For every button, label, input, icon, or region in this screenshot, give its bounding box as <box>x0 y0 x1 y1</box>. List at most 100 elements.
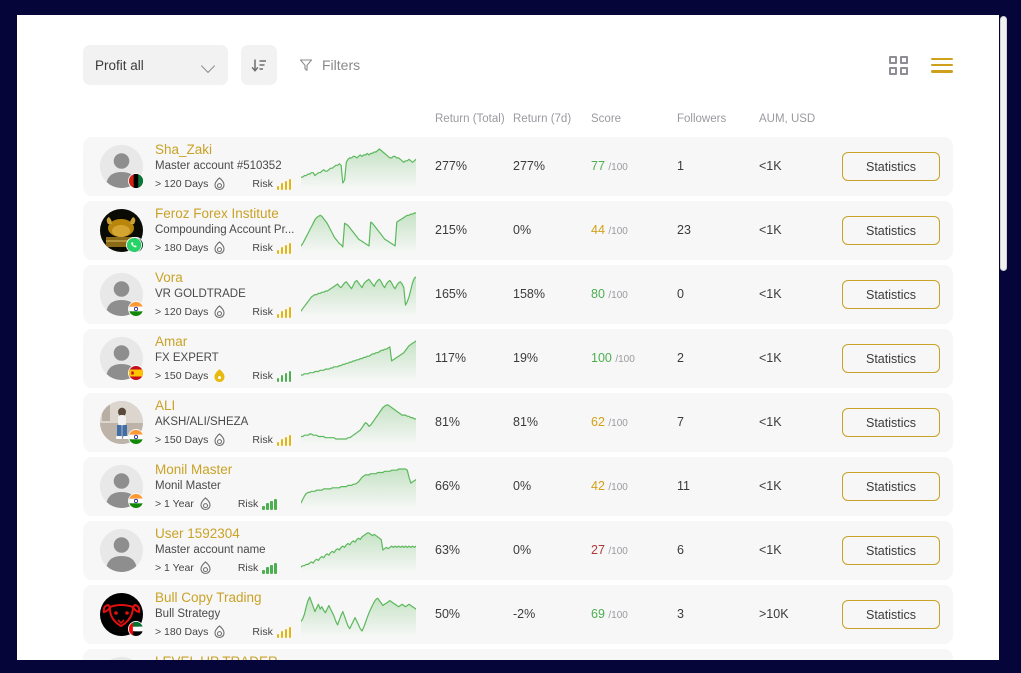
table-row[interactable]: Bull Copy Trading Bull Strategy > 180 Days… <box>83 585 953 644</box>
whatsapp-badge-icon <box>126 237 142 253</box>
list-view-icon[interactable] <box>931 57 953 73</box>
avatar[interactable] <box>100 209 144 253</box>
statistics-button[interactable]: Statistics <box>842 152 940 181</box>
filters-button[interactable]: Filters <box>299 57 360 73</box>
avatar[interactable] <box>100 657 143 660</box>
country-flag-icon <box>128 621 144 637</box>
cell-return-7d: 0% <box>513 223 532 237</box>
table-row[interactable]: Amar FX EXPERT > 150 Days Risk 117% 19% 100 /1… <box>83 329 953 388</box>
statistics-button[interactable]: Statistics <box>842 344 940 373</box>
score-denominator: /100 <box>608 162 628 173</box>
account-age-label: > 150 Days <box>155 370 209 382</box>
trader-name[interactable]: Feroz Forex Institute <box>155 206 279 221</box>
statistics-button[interactable]: Statistics <box>842 600 940 629</box>
cell-followers: 2 <box>677 351 684 365</box>
trader-meta: > 120 Days Risk <box>155 305 292 319</box>
column-followers: Followers <box>677 113 727 125</box>
table-row[interactable]: Sha_Zaki Master account #510352 > 120 Days… <box>83 137 953 196</box>
performance-sparkline <box>300 209 417 253</box>
cell-followers: 23 <box>677 223 691 237</box>
cell-followers: 6 <box>677 543 684 557</box>
risk-label: Risk <box>252 242 273 254</box>
avatar[interactable] <box>100 273 144 317</box>
profit-filter-select[interactable]: Profit all <box>83 45 228 85</box>
trader-subtitle: Compounding Account Pr... <box>155 224 295 236</box>
trader-meta: > 120 Days Risk <box>155 177 292 191</box>
trader-name[interactable]: Monil Master <box>155 462 232 477</box>
trader-name[interactable]: Vora <box>155 270 183 285</box>
cell-aum: <1K <box>759 351 782 365</box>
score-value: 69 <box>591 607 605 621</box>
trader-name[interactable]: Bull Copy Trading <box>155 590 262 605</box>
trader-subtitle: FX EXPERT <box>155 352 219 364</box>
trader-subtitle: Bull Strategy <box>155 608 221 620</box>
column-return-total: Return (Total) <box>435 113 505 125</box>
performance-sparkline <box>300 593 417 637</box>
cell-return-7d: 158% <box>513 287 545 301</box>
performance-sparkline <box>300 337 417 381</box>
risk-label: Risk <box>252 306 273 318</box>
desktop-background: Profit all Filters Return (Total) Return… <box>0 0 1021 673</box>
table-row[interactable]: Monil Master Monil Master > 1 Year Risk 66% 0… <box>83 457 953 516</box>
table-row[interactable]: Feroz Forex Institute Compounding Account… <box>83 201 953 260</box>
cell-followers: 3 <box>677 607 684 621</box>
grid-view-icon[interactable] <box>889 55 908 75</box>
column-aum: AUM, USD <box>759 113 816 125</box>
cell-return-total: 66% <box>435 479 461 493</box>
trader-name[interactable]: Amar <box>155 334 187 349</box>
trader-list: Sha_Zaki Master account #510352 > 120 Days… <box>83 137 953 660</box>
statistics-button[interactable]: Statistics <box>842 216 940 245</box>
cell-score: 42 /100 <box>591 479 628 493</box>
risk-bars-icon <box>276 306 292 318</box>
flame-icon <box>214 433 225 447</box>
cell-aum: >10K <box>759 607 789 621</box>
performance-sparkline <box>300 273 417 317</box>
statistics-button[interactable]: Statistics <box>842 280 940 309</box>
cell-return-7d: 0% <box>513 543 532 557</box>
statistics-button[interactable]: Statistics <box>842 472 940 501</box>
cell-return-7d: 277% <box>513 159 545 173</box>
cell-followers: 1 <box>677 159 684 173</box>
avatar[interactable] <box>100 529 143 572</box>
chevron-down-icon <box>202 61 216 70</box>
cell-score: 62 /100 <box>591 415 628 429</box>
trader-name[interactable]: ALI <box>155 398 175 413</box>
score-denominator: /100 <box>608 418 628 429</box>
avatar[interactable] <box>100 337 144 381</box>
statistics-button[interactable]: Statistics <box>842 408 940 437</box>
avatar[interactable] <box>100 465 144 509</box>
avatar[interactable] <box>100 145 144 189</box>
risk-indicator: Risk <box>238 498 277 510</box>
cell-return-total: 50% <box>435 607 461 621</box>
table-row[interactable]: LEVEL UP TRADERStatistics <box>83 649 953 660</box>
table-row[interactable]: Vora VR GOLDTRADE > 120 Days Risk 165% 158% 80… <box>83 265 953 324</box>
risk-label: Risk <box>252 178 273 190</box>
sort-button[interactable] <box>241 45 277 85</box>
risk-indicator: Risk <box>252 242 292 254</box>
statistics-button[interactable]: Statistics <box>842 536 940 565</box>
table-row[interactable]: ALI AKSH/ALI/SHEZA > 150 Days Risk 81% 81% 62 … <box>83 393 953 452</box>
flame-icon <box>214 625 225 639</box>
country-flag-icon <box>128 365 144 381</box>
risk-indicator: Risk <box>252 178 292 190</box>
score-value: 100 <box>591 351 612 365</box>
score-denominator: /100 <box>615 354 635 365</box>
scrollbar-thumb[interactable] <box>1000 16 1007 271</box>
account-age-label: > 180 Days <box>155 242 209 254</box>
flame-icon <box>200 561 211 575</box>
trader-name[interactable]: Sha_Zaki <box>155 142 212 157</box>
trader-subtitle: Master account name <box>155 544 266 556</box>
trader-subtitle: VR GOLDTRADE <box>155 288 246 300</box>
table-row[interactable]: User 1592304 Master account name > 1 Year R… <box>83 521 953 580</box>
avatar[interactable] <box>100 401 144 445</box>
filters-label: Filters <box>322 57 361 73</box>
trader-name[interactable]: LEVEL UP TRADER <box>155 654 278 660</box>
trader-name[interactable]: User 1592304 <box>155 526 240 541</box>
trader-meta: > 1 Year Risk <box>155 497 277 511</box>
avatar[interactable] <box>100 593 144 637</box>
risk-label: Risk <box>237 498 259 510</box>
cell-score: 80 /100 <box>591 287 628 301</box>
view-toggles <box>889 55 953 75</box>
risk-indicator: Risk <box>252 370 292 382</box>
country-flag-icon <box>128 429 144 445</box>
